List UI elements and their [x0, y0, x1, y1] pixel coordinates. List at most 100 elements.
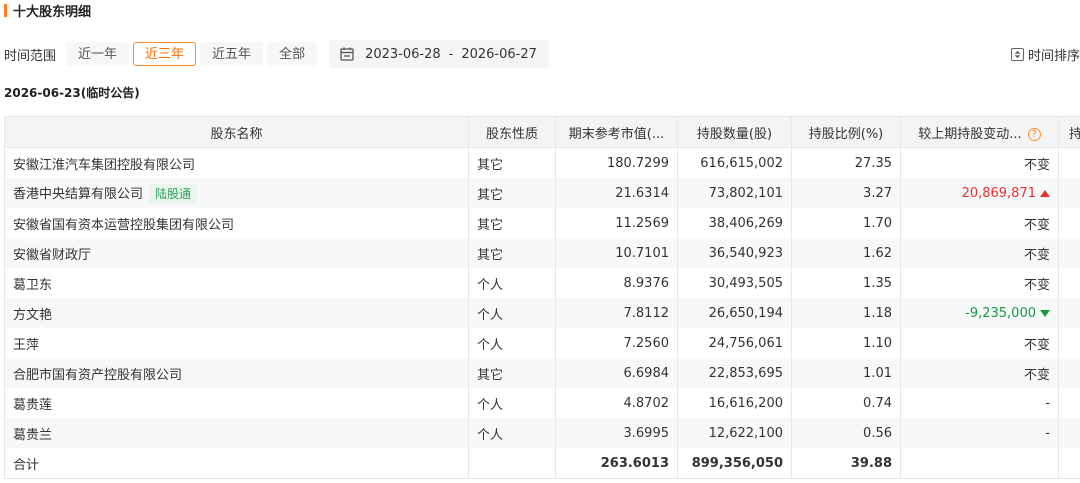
cell-qty: 26,650,194 [677, 298, 792, 328]
cell-type: 个人 [468, 268, 556, 298]
total-pct: 39.88 [791, 448, 901, 479]
shareholder-name[interactable]: 葛卫东 [13, 278, 52, 293]
title-accent-bar [4, 3, 7, 17]
change-value: 不变 [1023, 277, 1050, 293]
cell-name: 安徽省财政厅 [4, 238, 469, 268]
cell-type: 其它 [468, 358, 556, 388]
change-value: - [1045, 425, 1050, 441]
table-row[interactable]: 葛贵莲 个人 4.8702 16,616,200 0.74 - [4, 388, 1080, 418]
cell-name: 合肥市国有资产控股有限公司 [4, 358, 469, 388]
table-row[interactable]: 王萍 个人 7.2560 24,756,061 1.10 不变 [4, 328, 1080, 358]
cell-value: 7.2560 [555, 328, 678, 358]
shareholder-name[interactable]: 安徽省国有资本运营控股集团有限公司 [13, 218, 234, 233]
cell-more [1058, 418, 1080, 448]
col-header-qty[interactable]: 持股数量(股) [677, 116, 792, 148]
cell-more [1058, 147, 1080, 178]
table-row[interactable]: 方文艳 个人 7.8112 26,650,194 1.18 -9,235,000 [4, 298, 1080, 328]
filter-row: 时间范围 近一年 近三年 近五年 全部 2023-06-28 - 2026-06… [4, 40, 1080, 68]
shareholder-table-container: 股东名称 股东性质 期末参考市值(... 持股数量(股) 持股比例(%) 较上期… [4, 116, 1080, 483]
col-header-change[interactable]: 较上期持股变动...? [900, 116, 1059, 148]
cell-name: 葛贵莲 [4, 388, 469, 418]
date-end: 2026-06-27 [461, 46, 537, 62]
cell-type: 个人 [468, 388, 556, 418]
cell-pct: 1.70 [791, 208, 901, 238]
table-row[interactable]: 葛卫东 个人 8.9376 30,493,505 1.35 不变 [4, 268, 1080, 298]
cell-qty: 38,406,269 [677, 208, 792, 238]
cell-qty: 616,615,002 [677, 147, 792, 178]
cell-change: - [900, 388, 1059, 418]
page: 十大股东明细 时间范围 近一年 近三年 近五年 全部 2023-06-28 - … [0, 0, 1080, 483]
cell-more [1058, 268, 1080, 298]
cell-more [1058, 298, 1080, 328]
cell-more [1058, 388, 1080, 418]
change-value: 不变 [1023, 337, 1050, 353]
cell-value: 6.6984 [555, 358, 678, 388]
table-row[interactable]: 香港中央结算有限公司 陆股通 其它 21.6314 73,802,101 3.27 20,8… [4, 178, 1080, 208]
shareholder-name[interactable]: 合肥市国有资产控股有限公司 [13, 368, 182, 383]
change-value: 不变 [1023, 367, 1050, 383]
shareholder-name[interactable]: 王萍 [13, 338, 39, 353]
cell-pct: 1.10 [791, 328, 901, 358]
cell-more [1058, 328, 1080, 358]
col-header-name[interactable]: 股东名称 [4, 116, 469, 148]
section-title: 十大股东明细 [4, 0, 91, 20]
total-label: 合计 [4, 448, 469, 479]
shareholder-name[interactable]: 香港中央结算有限公司 [13, 187, 143, 202]
change-value: 不变 [1023, 157, 1050, 173]
cell-change: 不变 [900, 238, 1059, 268]
table-row[interactable]: 葛贵兰 个人 3.6995 12,622,100 0.56 - [4, 418, 1080, 448]
col-header-pct[interactable]: 持股比例(%) [791, 116, 901, 148]
cell-change: 不变 [900, 328, 1059, 358]
cell-value: 180.7299 [555, 147, 678, 178]
cell-qty: 22,853,695 [677, 358, 792, 388]
report-date: 2026-06-23(临时公告) [4, 86, 140, 100]
cell-value: 3.6995 [555, 418, 678, 448]
date-start: 2023-06-28 [365, 46, 441, 62]
filter-option-5y[interactable]: 近五年 [200, 42, 264, 66]
calendar-icon [340, 47, 354, 61]
table-body: 安徽江淮汽车集团控股有限公司 其它 180.7299 616,615,002 27.35… [4, 147, 1080, 479]
table-total-row: 合计 263.6013 899,356,050 39.88 [4, 448, 1080, 479]
time-sort-button[interactable]: 时间排序 [1005, 42, 1080, 66]
table-row[interactable]: 安徽省国有资本运营控股集团有限公司 其它 11.2569 38,406,269 1.70… [4, 208, 1080, 238]
table-header-row: 股东名称 股东性质 期末参考市值(... 持股数量(股) 持股比例(%) 较上期… [4, 116, 1080, 148]
shareholder-name[interactable]: 葛贵莲 [13, 398, 52, 413]
cell-pct: 0.56 [791, 418, 901, 448]
total-type [468, 448, 556, 479]
col-header-more[interactable]: 持 [1058, 116, 1080, 148]
col-header-type[interactable]: 股东性质 [468, 116, 556, 148]
shareholder-name[interactable]: 方文艳 [13, 308, 52, 323]
filter-option-all[interactable]: 全部 [267, 42, 318, 66]
help-icon[interactable]: ? [1027, 127, 1041, 141]
shareholder-table: 股东名称 股东性质 期末参考市值(... 持股数量(股) 持股比例(%) 较上期… [4, 116, 1080, 479]
cell-pct: 0.74 [791, 388, 901, 418]
change-value: - [1045, 395, 1050, 411]
cell-name: 香港中央结算有限公司 陆股通 [4, 178, 469, 208]
shareholder-name[interactable]: 安徽江淮汽车集团控股有限公司 [13, 158, 195, 173]
total-value: 263.6013 [555, 448, 678, 479]
change-value: 20,869,871 [961, 185, 1036, 201]
filter-option-3y[interactable]: 近三年 [133, 42, 197, 66]
table-row[interactable]: 合肥市国有资产控股有限公司 其它 6.6984 22,853,695 1.01 不变 [4, 358, 1080, 388]
cell-change: 不变 [900, 358, 1059, 388]
change-value: 不变 [1023, 217, 1050, 233]
arrow-down-icon [1040, 309, 1050, 317]
table-row[interactable]: 安徽省财政厅 其它 10.7101 36,540,923 1.62 不变 [4, 238, 1080, 268]
date-separator: - [448, 46, 454, 62]
sort-icon [1010, 47, 1024, 61]
cell-change: -9,235,000 [900, 298, 1059, 328]
cell-pct: 3.27 [791, 178, 901, 208]
table-row[interactable]: 安徽江淮汽车集团控股有限公司 其它 180.7299 616,615,002 27.35… [4, 147, 1080, 178]
cell-type: 其它 [468, 147, 556, 178]
time-range-label: 时间范围 [4, 48, 57, 64]
date-range-picker[interactable]: 2023-06-28 - 2026-06-27 [329, 40, 549, 68]
shareholder-name[interactable]: 安徽省财政厅 [13, 248, 91, 263]
cell-pct: 1.01 [791, 358, 901, 388]
cell-change: 不变 [900, 147, 1059, 178]
total-more [1058, 448, 1080, 479]
shareholder-name[interactable]: 葛贵兰 [13, 428, 52, 443]
col-header-value[interactable]: 期末参考市值(... [555, 116, 678, 148]
stock-connect-tag: 陆股通 [149, 183, 198, 204]
cell-type: 其它 [468, 238, 556, 268]
filter-option-1y[interactable]: 近一年 [66, 42, 130, 66]
